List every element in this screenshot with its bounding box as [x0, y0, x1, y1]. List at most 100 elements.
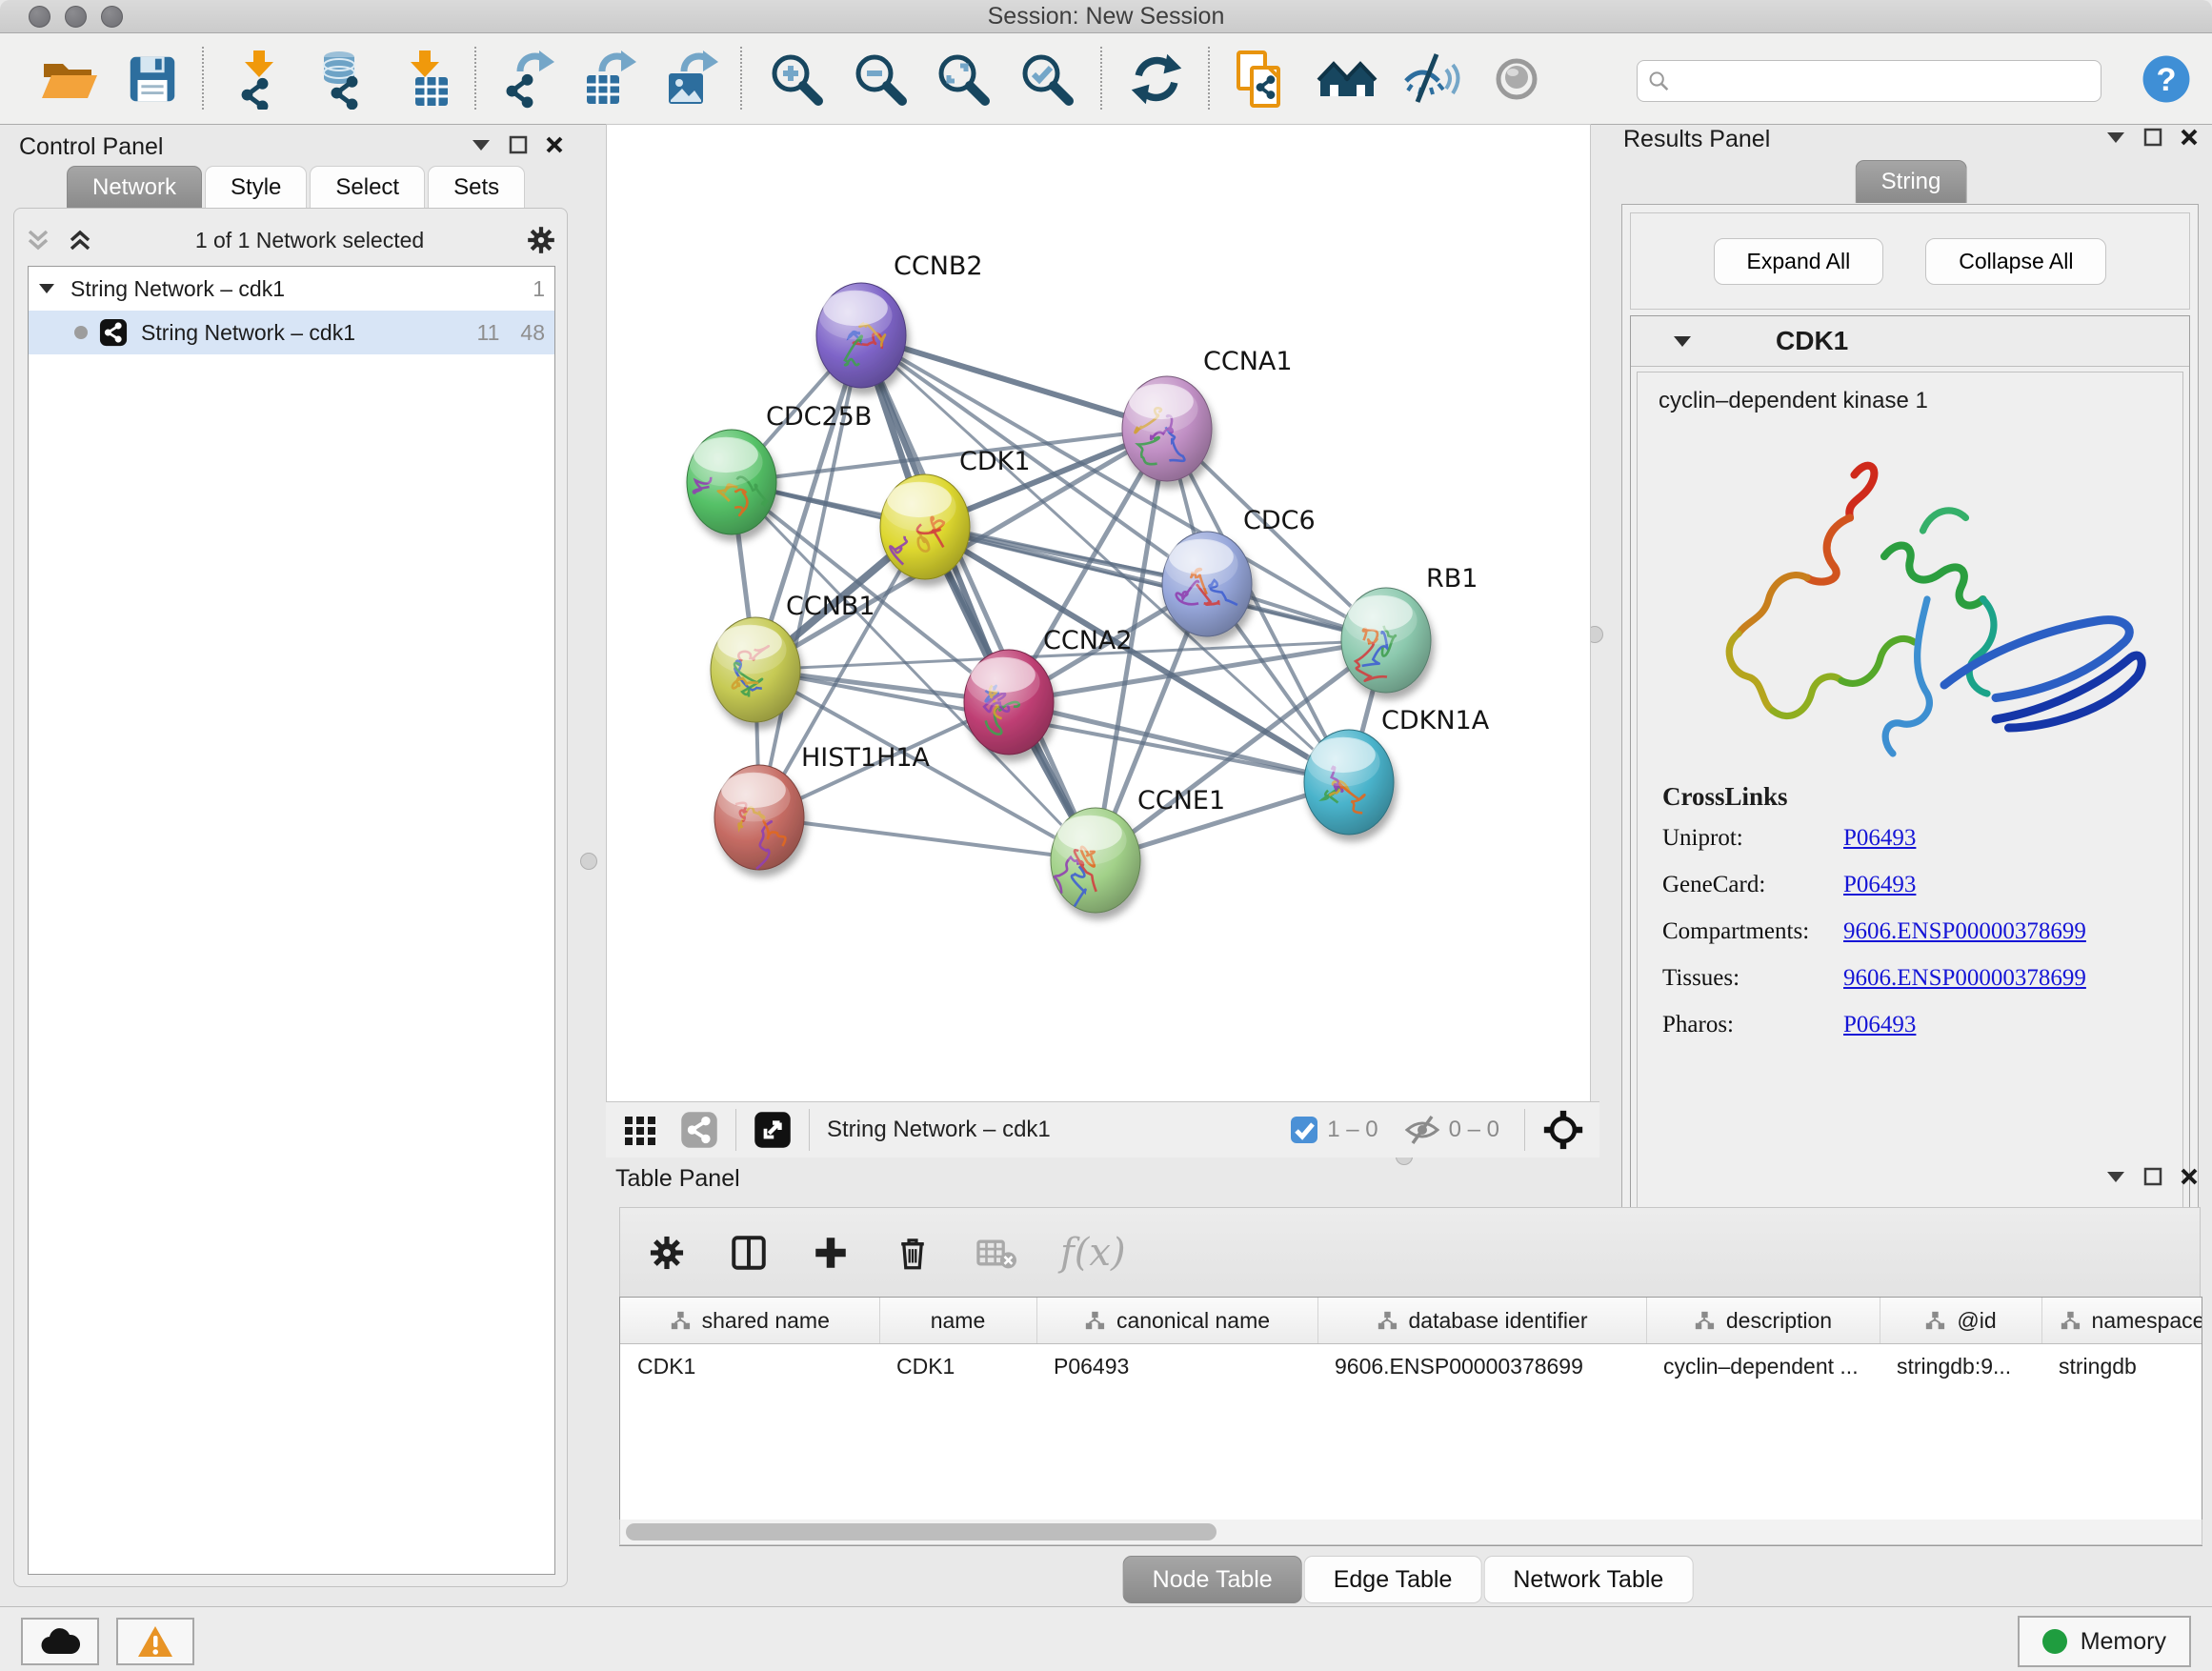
tab-edge-table[interactable]: Edge Table: [1304, 1556, 1482, 1603]
tab-network-table[interactable]: Network Table: [1483, 1556, 1693, 1603]
cell-namespace[interactable]: stringdb: [2041, 1344, 2202, 1389]
vertical-splitter-handle[interactable]: [580, 853, 597, 870]
network-badge-icon[interactable]: [680, 1111, 718, 1149]
table-horizontal-scrollbar[interactable]: [619, 1520, 2202, 1545]
column-header-namespace[interactable]: namespace: [2041, 1298, 2202, 1344]
panel-float-icon[interactable]: [471, 138, 492, 151]
crosslink-pharos-link[interactable]: P06493: [1843, 1012, 1916, 1038]
crosslink-tissues-link[interactable]: 9606.ENSP00000378699: [1843, 965, 2086, 992]
export-image-button[interactable]: [657, 45, 726, 113]
string-network-icon: [99, 318, 128, 347]
column-header-database-identifier[interactable]: database identifier: [1317, 1298, 1646, 1344]
network-edge-HIST1H1A-CCNE1[interactable]: [759, 817, 1096, 860]
network-node-HIST1H1A[interactable]: HIST1H1A: [714, 743, 931, 870]
tab-sets[interactable]: Sets: [428, 166, 525, 209]
graphics-details-button[interactable]: [1482, 45, 1551, 113]
crosslink-genecard-link[interactable]: P06493: [1843, 872, 1916, 898]
crosslink-compartments-link[interactable]: 9606.ENSP00000378699: [1843, 918, 2086, 945]
tab-select[interactable]: Select: [310, 166, 425, 209]
search-box[interactable]: [1637, 60, 2101, 102]
show-all-nodes-button[interactable]: [1313, 45, 1381, 113]
tab-string[interactable]: String: [1856, 160, 1967, 203]
create-column-plus-icon[interactable]: [811, 1233, 851, 1273]
import-table-from-file-button[interactable]: [391, 45, 459, 113]
apply-preferred-layout-button[interactable]: [1122, 45, 1191, 113]
expand-all-icon[interactable]: [66, 226, 94, 254]
hide-selected-button[interactable]: [1398, 45, 1467, 113]
cell-shared-name[interactable]: CDK1: [620, 1344, 879, 1389]
control-panel: Control Panel Network Style Select Sets …: [8, 133, 572, 1591]
zoom-out-button[interactable]: [846, 45, 915, 113]
collapse-all-icon[interactable]: [24, 226, 52, 254]
network-node-CCNE1[interactable]: CCNE1: [1051, 786, 1225, 913]
birdseye-navigator-icon[interactable]: [1542, 1109, 1584, 1151]
export-network-button[interactable]: [493, 45, 562, 113]
function-builder-icon[interactable]: f(x): [1060, 1231, 1126, 1275]
tab-network[interactable]: Network: [67, 166, 202, 209]
options-gear-icon[interactable]: [525, 224, 557, 256]
network-collection-row[interactable]: String Network – cdk1 1: [29, 267, 554, 311]
panel-close-icon[interactable]: [2180, 128, 2199, 147]
tree-expander-icon[interactable]: [38, 283, 55, 294]
network-node-RB1[interactable]: RB1: [1341, 564, 1478, 693]
help-button[interactable]: ?: [2132, 45, 2201, 113]
cell-name[interactable]: CDK1: [879, 1344, 1036, 1389]
expand-all-button[interactable]: Expand All: [1714, 238, 1884, 285]
selected-checkbox-icon[interactable]: [1289, 1115, 1319, 1145]
node-table[interactable]: shared name name canonical name database…: [619, 1297, 2202, 1546]
search-input[interactable]: [1670, 68, 2091, 94]
column-header-description[interactable]: description: [1646, 1298, 1880, 1344]
tab-node-table[interactable]: Node Table: [1123, 1556, 1302, 1603]
cloud-status-button[interactable]: [21, 1618, 99, 1665]
column-header-canonical-name[interactable]: canonical name: [1036, 1298, 1317, 1344]
cell-database-identifier[interactable]: 9606.ENSP00000378699: [1317, 1344, 1646, 1389]
zoom-fit-button[interactable]: [929, 45, 997, 113]
export-image-icon: [661, 49, 722, 110]
gene-section-header[interactable]: CDK1: [1631, 316, 2189, 367]
panel-maximize-icon[interactable]: [2143, 1167, 2162, 1186]
column-header-id[interactable]: @id: [1880, 1298, 2041, 1344]
first-neighbors-button[interactable]: [1227, 45, 1296, 113]
panel-float-icon[interactable]: [2105, 131, 2126, 144]
delete-column-trash-icon[interactable]: [893, 1233, 933, 1273]
export-table-button[interactable]: [575, 45, 644, 113]
panel-close-icon[interactable]: [2180, 1167, 2199, 1186]
import-network-from-database-button[interactable]: [305, 45, 373, 113]
cell-id[interactable]: stringdb:9...: [1880, 1344, 2041, 1389]
grid-view-icon[interactable]: [621, 1111, 659, 1149]
hidden-eye-slash-icon[interactable]: [1403, 1115, 1441, 1145]
cell-canonical-name[interactable]: P06493: [1036, 1344, 1317, 1389]
network-node-CCNA1[interactable]: CCNA1: [1122, 347, 1293, 481]
crosslink-uniprot-link[interactable]: P06493: [1843, 825, 1916, 852]
collapse-all-button[interactable]: Collapse All: [1925, 238, 2106, 285]
network-edge-CCNB2-CCNE1[interactable]: [861, 335, 1096, 860]
column-header-shared-name[interactable]: shared name: [620, 1298, 879, 1344]
delete-table-icon[interactable]: [975, 1233, 1018, 1273]
show-columns-icon[interactable]: [729, 1233, 769, 1273]
scrollbar-thumb[interactable]: [626, 1523, 1217, 1540]
network-edge-CDK1-RB1[interactable]: [925, 527, 1386, 640]
table-row[interactable]: CDK1 CDK1 P06493 9606.ENSP00000378699 cy…: [620, 1344, 2202, 1389]
table-options-gear-icon[interactable]: [647, 1233, 687, 1273]
network-selection-status: 1 of 1 Network selected: [94, 228, 525, 253]
detach-view-icon[interactable]: [754, 1111, 792, 1149]
panel-maximize-icon[interactable]: [2143, 128, 2162, 147]
open-session-button[interactable]: [34, 45, 103, 113]
network-row[interactable]: String Network – cdk1 11 48: [29, 311, 554, 354]
network-node-CDKN1A[interactable]: CDKN1A: [1304, 706, 1490, 835]
panel-float-icon[interactable]: [2105, 1170, 2126, 1183]
network-canvas[interactable]: CCNB2CCNA1CDC25BCDK1CDC6RB1CCNB1CCNA2CDK…: [606, 124, 1591, 1102]
zoom-in-button[interactable]: [762, 45, 831, 113]
cell-description[interactable]: cyclin–dependent ...: [1646, 1344, 1880, 1389]
save-session-button[interactable]: [118, 45, 187, 113]
panel-maximize-icon[interactable]: [509, 135, 528, 154]
network-edge-CCNB2-CCNA1[interactable]: [861, 335, 1167, 429]
memory-button[interactable]: Memory: [2018, 1616, 2191, 1667]
zoom-selected-button[interactable]: [1013, 45, 1081, 113]
warnings-button[interactable]: [116, 1618, 194, 1665]
section-collapse-icon[interactable]: [1673, 335, 1692, 348]
import-network-from-file-button[interactable]: [225, 45, 293, 113]
tab-style[interactable]: Style: [205, 166, 307, 209]
panel-close-icon[interactable]: [545, 135, 564, 154]
column-header-name[interactable]: name: [879, 1298, 1036, 1344]
